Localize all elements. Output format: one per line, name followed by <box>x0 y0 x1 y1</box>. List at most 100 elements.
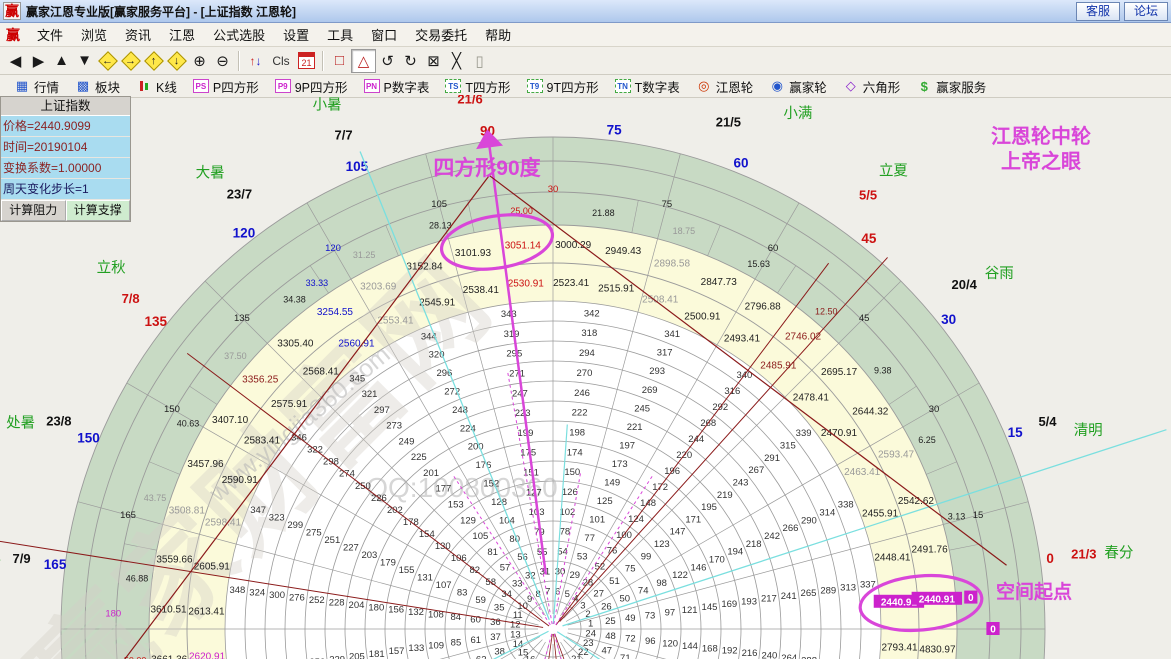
svg-text:3407.10: 3407.10 <box>212 415 249 426</box>
svg-text:2485.91: 2485.91 <box>760 361 797 372</box>
svg-text:2593.47: 2593.47 <box>878 450 915 461</box>
svg-text:3152.84: 3152.84 <box>406 262 443 273</box>
back-icon[interactable]: ◀ <box>4 50 27 72</box>
svg-text:3508.81: 3508.81 <box>169 506 206 517</box>
svg-text:341: 341 <box>664 329 680 340</box>
svg-text:23: 23 <box>583 638 594 649</box>
svg-text:18.75: 18.75 <box>673 226 696 236</box>
pan-down-icon[interactable]: ↓ <box>165 50 188 72</box>
module-label: 赢家服务 <box>936 77 986 96</box>
svg-text:白露: 白露 <box>0 549 2 566</box>
svg-text:62: 62 <box>476 654 487 659</box>
menu-item-2[interactable]: 资讯 <box>116 22 160 47</box>
triangle-tool-icon[interactable]: △ <box>351 49 376 73</box>
menu-item-4[interactable]: 公式选股 <box>204 22 274 47</box>
menu-item-6[interactable]: 工具 <box>318 22 362 47</box>
svg-text:97: 97 <box>665 608 676 619</box>
svg-text:204: 204 <box>349 600 365 611</box>
svg-text:3.13: 3.13 <box>948 511 966 521</box>
svg-text:72: 72 <box>625 634 636 645</box>
module-button-3[interactable]: PSP四方形 <box>185 76 267 96</box>
svg-text:3000.29: 3000.29 <box>555 240 592 251</box>
svg-text:293: 293 <box>649 366 665 377</box>
svg-text:219: 219 <box>717 490 733 501</box>
svg-text:43.75: 43.75 <box>144 493 167 503</box>
module-button-5[interactable]: PNP数字表 <box>356 76 438 96</box>
svg-text:275: 275 <box>306 527 322 538</box>
module-button-1[interactable]: ▩板块 <box>67 76 128 96</box>
svg-text:7/7: 7/7 <box>335 128 353 143</box>
gann-wheel-canvas[interactable]: 赢家财富网www.yingjia360.comQQ:10080036012345… <box>0 95 1171 659</box>
module-button-6[interactable]: TST四方形 <box>437 76 518 96</box>
cls-button[interactable]: Cls <box>267 50 295 72</box>
module-button-4[interactable]: P99P四方形 <box>267 76 356 96</box>
module-button-9[interactable]: ◎江恩轮 <box>688 76 762 96</box>
svg-text:81: 81 <box>487 547 498 558</box>
svg-text:23/7: 23/7 <box>227 186 252 201</box>
module-button-0[interactable]: ▦行情 <box>6 76 67 96</box>
up-triangle-icon[interactable]: ▲ <box>50 50 73 72</box>
calc-support-button[interactable]: 计算支撑 <box>66 200 131 221</box>
svg-text:0: 0 <box>968 593 974 604</box>
module-button-7[interactable]: T99T四方形 <box>519 76 607 96</box>
svg-text:150: 150 <box>564 467 580 478</box>
svg-text:227: 227 <box>343 542 359 553</box>
svg-text:清明: 清明 <box>1074 422 1103 439</box>
menu-item-9[interactable]: 帮助 <box>476 22 520 47</box>
svg-text:立夏: 立夏 <box>879 163 908 180</box>
svg-text:60: 60 <box>768 243 779 254</box>
module-label: 六角形 <box>863 77 901 96</box>
menu-item-3[interactable]: 江恩 <box>160 22 204 47</box>
svg-text:73: 73 <box>645 610 656 621</box>
svg-text:135: 135 <box>234 313 250 324</box>
module-button-2[interactable]: K线 <box>128 76 185 96</box>
sort-updown-icon[interactable]: ↑↓ <box>244 50 267 72</box>
svg-text:2538.41: 2538.41 <box>463 285 500 296</box>
square-tool-icon[interactable]: □ <box>328 50 351 72</box>
module-button-8[interactable]: TNT数字表 <box>607 76 688 96</box>
svg-text:198: 198 <box>569 427 585 438</box>
zoom-in-icon[interactable]: ⊕ <box>188 50 211 72</box>
module-button-11[interactable]: ◇六角形 <box>835 76 909 96</box>
svg-text:251: 251 <box>324 535 340 546</box>
module-button-10[interactable]: ◉赢家轮 <box>761 76 835 96</box>
boxed-x-icon[interactable]: ⊠ <box>422 50 445 72</box>
rotate-ccw-icon[interactable]: ↺ <box>376 50 399 72</box>
svg-text:345: 345 <box>349 373 365 384</box>
zoom-out-icon[interactable]: ⊖ <box>211 50 234 72</box>
menu-item-0[interactable]: 文件 <box>28 22 72 47</box>
rotate-cw-icon[interactable]: ↻ <box>399 50 422 72</box>
svg-text:2583.41: 2583.41 <box>244 436 281 447</box>
menu-item-8[interactable]: 交易委托 <box>406 22 476 47</box>
svg-text:5/5: 5/5 <box>859 187 877 202</box>
menu-item-5[interactable]: 设置 <box>274 22 318 47</box>
forum-button[interactable]: 论坛 <box>1124 2 1168 21</box>
dollar-icon: $ <box>916 79 932 93</box>
svg-text:2644.32: 2644.32 <box>852 406 889 417</box>
panel-rows: 价格=2440.9099时间=20190104变换系数=1.00000周天变化步… <box>1 116 130 200</box>
delete-icon[interactable]: ▯ <box>468 50 491 72</box>
svg-text:247: 247 <box>512 388 528 399</box>
module-label: P数字表 <box>384 77 430 96</box>
pan-up-icon[interactable]: ↑ <box>142 50 165 72</box>
svg-text:3254.55: 3254.55 <box>317 307 354 318</box>
svg-text:2898.58: 2898.58 <box>654 258 691 269</box>
calc-resistance-button[interactable]: 计算阻力 <box>1 200 66 221</box>
forward-icon[interactable]: ▶ <box>27 50 50 72</box>
svg-text:201: 201 <box>423 468 439 479</box>
svg-text:75: 75 <box>607 123 623 138</box>
svg-text:30: 30 <box>929 404 940 415</box>
module-button-12[interactable]: $ 赢家服务 <box>908 76 994 96</box>
svg-text:132: 132 <box>408 607 424 618</box>
menu-item-1[interactable]: 浏览 <box>72 22 116 47</box>
menu-item-7[interactable]: 窗口 <box>362 22 406 47</box>
calendar-icon[interactable]: 21 <box>295 50 318 72</box>
svg-text:99: 99 <box>641 551 652 562</box>
pan-left-icon[interactable]: ← <box>96 50 119 72</box>
toolbar-separator <box>322 51 324 71</box>
svg-text:25: 25 <box>605 616 616 627</box>
pan-right-icon[interactable]: → <box>119 50 142 72</box>
down-triangle-icon[interactable]: ▼ <box>73 50 96 72</box>
customer-service-button[interactable]: 客服 <box>1076 2 1120 21</box>
cross-arrows-icon[interactable]: ╳ <box>445 50 468 72</box>
